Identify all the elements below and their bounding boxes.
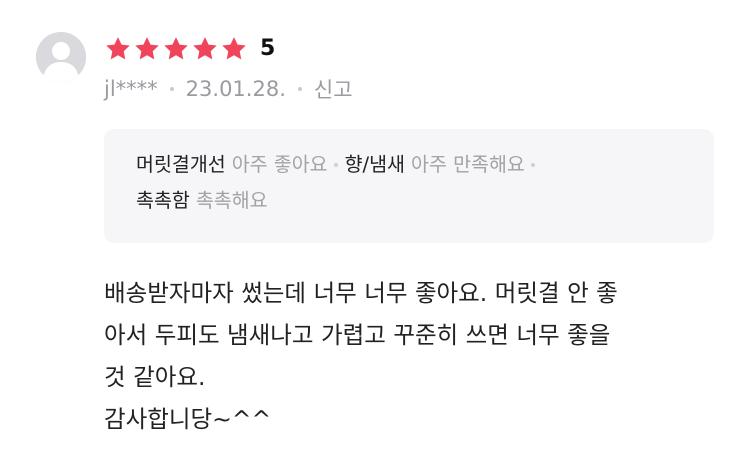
attribute-label: 향/냄새	[344, 153, 405, 176]
star-icon	[222, 37, 246, 60]
review-body-line: 배송받자마자 썼는데 너무 너무 좋아요. 머릿결 안 좋	[104, 279, 618, 307]
avatar	[36, 32, 86, 82]
rating: 5	[104, 34, 275, 64]
star-icon	[106, 37, 130, 60]
star-icon	[135, 37, 159, 60]
report-link[interactable]: 신고	[314, 74, 353, 104]
attribute-separator	[333, 163, 338, 167]
author-name: jl****	[104, 77, 158, 101]
star-icon	[193, 37, 217, 60]
review-meta: jl**** 23.01.28. 신고	[104, 74, 353, 104]
star-icon	[164, 37, 188, 60]
attribute-value: 아주 만족해요	[411, 153, 525, 176]
review-date: 23.01.28.	[185, 77, 286, 101]
review-body: 배송받자마자 썼는데 너무 너무 좋아요. 머릿결 안 좋 아서 두피도 냄새나…	[104, 272, 724, 440]
attribute-line: 촉촉함 촉촉해요	[136, 183, 714, 219]
attribute-separator	[530, 163, 535, 167]
review-attributes: 머릿결개선 아주 좋아요 향/냄새 아주 만족해요 촉촉함 촉촉해요	[104, 129, 714, 243]
attribute-line: 머릿결개선 아주 좋아요 향/냄새 아주 만족해요	[136, 147, 714, 183]
review-body-line: 것 같아요.	[104, 363, 206, 391]
attribute-value: 촉촉해요	[195, 189, 268, 212]
review-body-line: 감사합니당~^^	[104, 405, 272, 433]
meta-separator	[169, 87, 174, 91]
attribute-label: 촉촉함	[136, 189, 190, 212]
attribute-label: 머릿결개선	[136, 153, 226, 176]
user-avatar-icon	[36, 32, 86, 82]
star-rating	[104, 35, 248, 63]
rating-score: 5	[260, 36, 276, 61]
review-body-line: 아서 두피도 냄새나고 가렵고 꾸준히 쓰면 너무 좋을	[104, 321, 611, 349]
attribute-value: 아주 좋아요	[231, 153, 328, 176]
meta-separator	[297, 87, 302, 91]
